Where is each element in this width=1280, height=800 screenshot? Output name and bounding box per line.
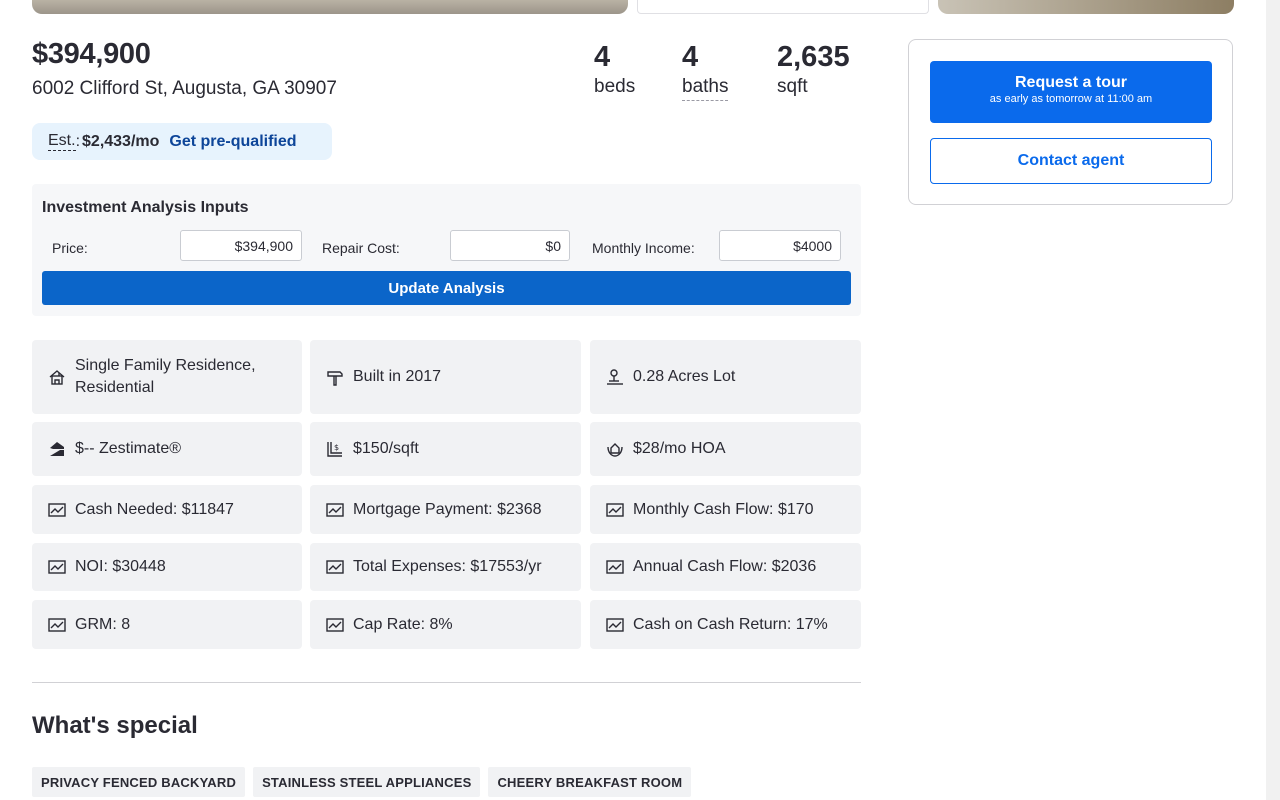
price-per-sqft-icon: $ — [323, 437, 347, 461]
fact-card: Single Family Residence, Residential — [32, 340, 302, 414]
page-scrollbar[interactable] — [1266, 0, 1280, 800]
chart-icon — [45, 555, 69, 579]
special-tag: CHEERY BREAKFAST ROOM — [488, 767, 692, 797]
fact-text: Total Expenses: $17553/yr — [353, 558, 542, 575]
fact-text: Built in 2017 — [353, 368, 442, 385]
hoa-icon — [603, 437, 627, 461]
fact-text: Single Family Residence, Residential — [75, 357, 256, 396]
gallery-photo-placeholder — [637, 0, 929, 14]
chart-icon — [603, 498, 627, 522]
fact-card: $ $150/sqft — [310, 422, 581, 476]
fact-text: $-- Zestimate® — [75, 440, 182, 457]
fact-card: 0.28 Acres Lot — [590, 340, 861, 414]
beds-value: 4 — [594, 41, 611, 73]
baths-label[interactable]: baths — [682, 74, 729, 101]
update-analysis-button[interactable]: Update Analysis — [42, 271, 851, 305]
fact-text: Annual Cash Flow: $2036 — [633, 558, 817, 575]
fact-text: Monthly Cash Flow: $170 — [633, 500, 814, 518]
contact-agent-button[interactable]: Contact agent — [930, 138, 1212, 184]
estimate-label[interactable]: Est. — [48, 132, 76, 151]
get-prequalified-link[interactable]: Get pre-qualified — [169, 133, 296, 151]
special-tags: PRIVACY FENCED BACKYARD STAINLESS STEEL … — [32, 767, 692, 797]
section-divider — [32, 682, 861, 683]
fact-text: $28/mo HOA — [633, 440, 726, 457]
fact-text: NOI: $30448 — [75, 558, 166, 575]
special-tag: PRIVACY FENCED BACKYARD — [32, 767, 246, 797]
chart-icon — [323, 555, 347, 579]
beds-label: beds — [594, 76, 636, 97]
hammer-icon — [323, 365, 347, 389]
estimate-amount: $2,433/mo — [82, 132, 160, 150]
monthly-income-input[interactable] — [719, 230, 841, 261]
fact-text: 0.28 Acres Lot — [633, 368, 736, 385]
svg-text:$: $ — [334, 443, 339, 452]
listing-address: 6002 Clifford St, Augusta, GA 30907 — [32, 78, 337, 99]
whats-special-title: What's special — [32, 712, 198, 739]
chart-icon — [45, 613, 69, 637]
fact-card: Monthly Cash Flow: $170 — [590, 485, 861, 534]
fact-text: Mortgage Payment: $2368 — [353, 500, 542, 518]
fact-card: GRM: 8 — [32, 600, 302, 649]
fact-card: Cap Rate: 8% — [310, 600, 581, 649]
monthly-income-label: Monthly Income: — [592, 240, 695, 256]
estimated-payment-pill: Est.: $2,433/mo Get pre-qualified — [32, 123, 332, 160]
fact-text: Cap Rate: 8% — [353, 615, 453, 633]
fact-card: Cash Needed: $11847 — [32, 485, 302, 534]
home-type-icon — [45, 365, 69, 389]
investment-analysis-panel: Investment Analysis Inputs Price: Repair… — [32, 184, 861, 316]
contact-panel: Request a tour as early as tomorrow at 1… — [908, 39, 1233, 205]
repair-cost-label: Repair Cost: — [322, 240, 400, 256]
baths-value: 4 — [682, 41, 699, 73]
lot-icon — [603, 365, 627, 389]
price-input[interactable] — [180, 230, 302, 261]
fact-card: Cash on Cash Return: 17% — [590, 600, 861, 649]
investment-title: Investment Analysis Inputs — [42, 199, 249, 216]
baths-stat[interactable]: 4 baths — [682, 40, 729, 101]
sqft-stat: 2,635 sqft — [777, 40, 850, 100]
repair-cost-input[interactable] — [450, 230, 570, 261]
gallery-photo-main[interactable] — [32, 0, 628, 14]
fact-card: Annual Cash Flow: $2036 — [590, 543, 861, 591]
fact-card: $-- Zestimate® — [32, 422, 302, 476]
fact-card: $28/mo HOA — [590, 422, 861, 476]
photo-gallery-strip — [0, 0, 1280, 14]
chart-icon — [323, 613, 347, 637]
fact-text: Cash Needed: $11847 — [75, 500, 234, 518]
sqft-label: sqft — [777, 76, 808, 97]
listing-price: $394,900 — [32, 38, 151, 70]
zestimate-icon — [45, 437, 69, 461]
fact-text: $150/sqft — [353, 440, 419, 457]
fact-card: Total Expenses: $17553/yr — [310, 543, 581, 591]
chart-icon — [603, 613, 627, 637]
gallery-photo-secondary[interactable] — [938, 0, 1234, 14]
fact-card: NOI: $30448 — [32, 543, 302, 591]
chart-icon — [323, 498, 347, 522]
chart-icon — [603, 555, 627, 579]
special-tag: STAINLESS STEEL APPLIANCES — [253, 767, 481, 797]
chart-icon — [45, 498, 69, 522]
fact-card: Built in 2017 — [310, 340, 581, 414]
price-input-label: Price: — [52, 240, 88, 256]
fact-text: GRM: 8 — [75, 615, 131, 633]
request-tour-subtext: as early as tomorrow at 11:00 am — [989, 93, 1153, 105]
request-tour-button[interactable]: Request a tour as early as tomorrow at 1… — [930, 61, 1212, 123]
beds-stat: 4 beds — [594, 40, 635, 100]
request-tour-label: Request a tour — [1014, 74, 1127, 91]
sqft-value: 2,635 — [777, 41, 850, 73]
fact-card: Mortgage Payment: $2368 — [310, 485, 581, 534]
fact-text: Cash on Cash Return: 17% — [633, 615, 828, 633]
